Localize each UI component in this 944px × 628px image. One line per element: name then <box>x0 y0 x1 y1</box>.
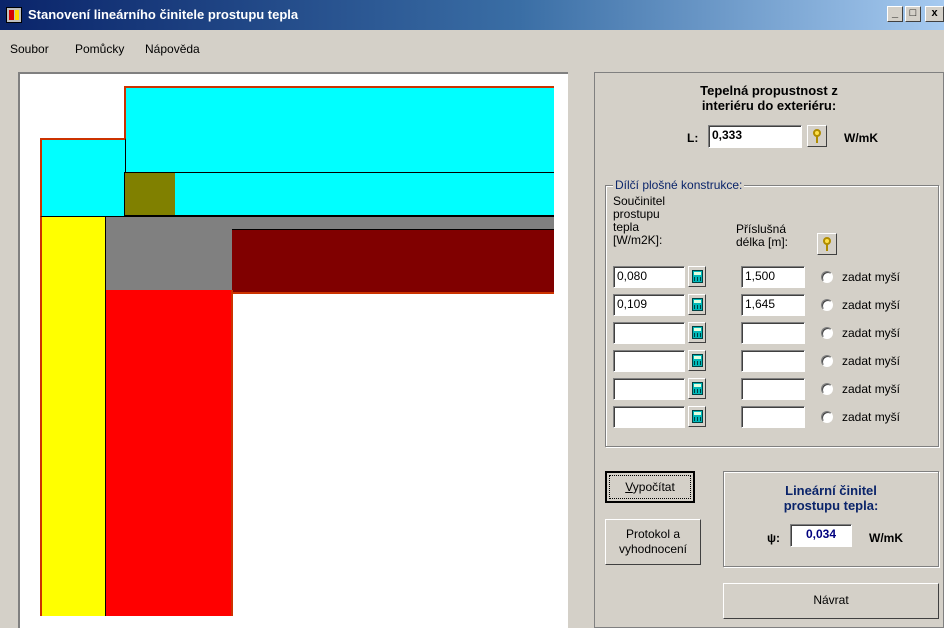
calculator-button[interactable] <box>688 350 706 371</box>
thermal-heading-line2: interiéru do exteriéru: <box>701 98 837 113</box>
back-button[interactable]: Návrat <box>723 583 939 619</box>
calculator-icon <box>692 326 703 339</box>
u-column-header: Součinitel prostupu tepla [W/m2K]: <box>613 195 665 247</box>
mouse-input-label: zadat myší <box>842 298 901 312</box>
mouse-input-radio[interactable] <box>821 411 833 423</box>
yellow-wall-layer <box>40 216 106 616</box>
thermal-heading-line1: Tepelná propustnost z <box>700 83 838 98</box>
calculate-hotkey: V <box>625 480 633 494</box>
gray-strip <box>232 216 554 230</box>
title-bar: Stanovení lineárního činitele prostupu t… <box>0 0 944 30</box>
group-title: Dílčí plošné konstrukce: <box>613 178 745 192</box>
protocol-button[interactable]: Protokol a vyhodnocení <box>605 519 701 565</box>
corner-insulation-block <box>40 138 126 216</box>
mouse-input-radio[interactable] <box>821 327 833 339</box>
calculator-icon <box>692 298 703 311</box>
mouse-input-radio[interactable] <box>821 299 833 311</box>
calculate-label: ypočítat <box>632 480 675 494</box>
calculator-icon <box>692 270 703 283</box>
u-value-field[interactable]: 0,080 <box>613 266 685 288</box>
l-help-button[interactable] <box>807 125 827 147</box>
protocol-label-line1: Protokol a <box>625 527 681 541</box>
l-value-field[interactable]: 0,333 <box>708 125 802 148</box>
thermal-heading: Tepelná propustnost z interiéru do exter… <box>595 83 943 113</box>
result-heading-line2: prostupu tepla: <box>783 498 879 513</box>
psi-unit: W/mK <box>869 531 903 545</box>
ceiling-slab <box>232 229 554 294</box>
upper-insulation-layer <box>124 86 554 174</box>
calculator-button[interactable] <box>688 406 706 427</box>
length-field[interactable] <box>741 406 805 428</box>
calculator-button[interactable] <box>688 294 706 315</box>
length-field[interactable] <box>741 350 805 372</box>
close-button[interactable]: x <box>925 6 944 22</box>
mouse-input-label: zadat myší <box>842 354 901 368</box>
calculator-icon <box>692 382 703 395</box>
length-field[interactable]: 1,500 <box>741 266 805 288</box>
calculator-button[interactable] <box>688 322 706 343</box>
protocol-label-line2: vyhodnocení <box>618 542 688 556</box>
length-help-button[interactable] <box>817 233 837 255</box>
mouse-input-radio[interactable] <box>821 383 833 395</box>
length-field[interactable] <box>741 378 805 400</box>
app-icon <box>6 7 22 23</box>
u-value-field[interactable] <box>613 406 685 428</box>
input-panel: Tepelná propustnost z interiéru do exter… <box>594 72 944 628</box>
u-value-field[interactable] <box>613 378 685 400</box>
result-heading: Lineární činitel prostupu tepla: <box>723 483 939 513</box>
menu-soubor[interactable]: Soubor <box>10 42 49 56</box>
menu-bar: Soubor Pomůcky Nápověda <box>0 30 944 56</box>
length-field[interactable] <box>741 322 805 344</box>
result-heading-line1: Lineární činitel <box>785 483 877 498</box>
construction-drawing[interactable] <box>18 72 568 628</box>
key-icon <box>823 237 831 251</box>
window-title: Stanovení lineárního činitele prostupu t… <box>28 7 299 22</box>
u-header-line4: [W/m2K]: <box>613 233 663 247</box>
calculator-button[interactable] <box>688 266 706 287</box>
mouse-input-label: zadat myší <box>842 410 901 424</box>
u-value-field[interactable]: 0,109 <box>613 294 685 316</box>
mouse-input-radio[interactable] <box>821 355 833 367</box>
length-column-header: Příslušná délka [m]: <box>736 223 788 249</box>
u-value-field[interactable] <box>613 322 685 344</box>
l-label: L: <box>687 131 699 145</box>
gray-corner-block <box>105 216 233 291</box>
u-value-field[interactable] <box>613 350 685 372</box>
mouse-input-radio[interactable] <box>821 271 833 283</box>
maximize-button[interactable]: □ <box>905 6 921 22</box>
calculator-icon <box>692 410 703 423</box>
minimize-button[interactable]: _ <box>887 6 903 22</box>
calculator-icon <box>692 354 703 367</box>
length-field[interactable]: 1,645 <box>741 294 805 316</box>
mouse-input-label: zadat myší <box>842 382 901 396</box>
lower-insulation-layer <box>175 172 554 216</box>
menu-pomucky[interactable]: Pomůcky <box>75 42 124 56</box>
menu-napoveda[interactable]: Nápověda <box>145 42 200 56</box>
mouse-input-label: zadat myší <box>842 326 901 340</box>
l-unit: W/mK <box>844 131 878 145</box>
mouse-input-label: zadat myší <box>842 270 901 284</box>
olive-block <box>124 172 176 216</box>
key-icon <box>813 129 821 143</box>
calculator-button[interactable] <box>688 378 706 399</box>
psi-label: ψ: <box>767 531 781 545</box>
red-wall-layer <box>105 290 233 616</box>
psi-value-field[interactable]: 0,034 <box>790 524 852 547</box>
calculate-button[interactable]: Vypočítat <box>605 471 695 503</box>
length-header-line2: délka [m]: <box>736 235 789 249</box>
